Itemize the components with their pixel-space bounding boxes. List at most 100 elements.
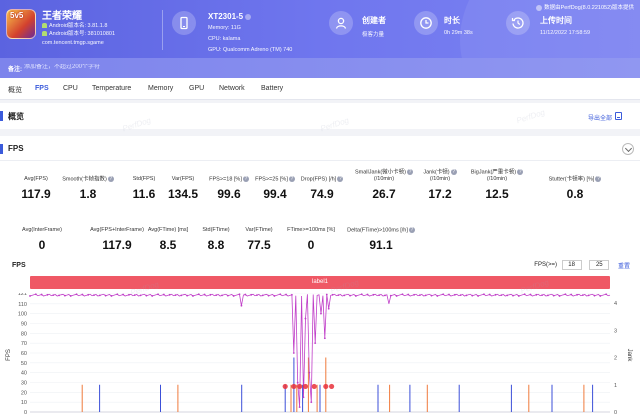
help-icon[interactable]: ? bbox=[517, 169, 524, 175]
fps-point bbox=[494, 293, 497, 296]
device-info-icon[interactable] bbox=[245, 13, 252, 20]
notes-input[interactable] bbox=[24, 64, 144, 70]
export-all-button[interactable]: 导出全部 bbox=[588, 113, 612, 122]
reset-button[interactable]: 重置 bbox=[618, 264, 630, 270]
fps-point bbox=[436, 295, 439, 297]
export-icon[interactable] bbox=[615, 112, 622, 120]
y-tick-label: 100 bbox=[18, 312, 27, 318]
metric: FTime>=100ms [%] 0 bbox=[271, 227, 351, 252]
tab-gpu[interactable]: GPU bbox=[189, 85, 204, 92]
tab-network[interactable]: Network bbox=[219, 85, 245, 92]
fps-point bbox=[366, 293, 369, 296]
fps-point bbox=[424, 294, 427, 297]
app-package: com.tencent.tmgp.sgame bbox=[42, 40, 104, 46]
data-source-note: 数据由PerfDog(8.0.221052)版本提供 bbox=[536, 3, 634, 11]
fps-point bbox=[506, 294, 509, 297]
fps-point bbox=[256, 294, 258, 297]
duration-value: 0h 29m 38s bbox=[444, 30, 473, 36]
fps-point bbox=[599, 295, 602, 297]
info-icon bbox=[536, 4, 543, 11]
jank-marker bbox=[323, 383, 329, 390]
fps-point bbox=[512, 294, 514, 297]
collapse-chevron-icon[interactable] bbox=[622, 143, 634, 155]
fps-section-title: FPS bbox=[8, 144, 24, 153]
tab-overview[interactable]: 概览 bbox=[8, 85, 22, 95]
fps-point bbox=[389, 294, 392, 297]
fps-point bbox=[290, 293, 293, 296]
tab-temperature[interactable]: Temperature bbox=[92, 85, 131, 92]
fps-point bbox=[292, 352, 295, 354]
creator-value: 极客力量 bbox=[362, 32, 385, 38]
fps-point bbox=[442, 293, 445, 296]
fps-point bbox=[384, 294, 386, 297]
y-tick-label: 30 bbox=[21, 380, 27, 386]
fps-point bbox=[46, 293, 49, 296]
fps-point bbox=[471, 294, 474, 297]
metric-label: FTime>=100ms [%] bbox=[287, 227, 335, 233]
fps-point bbox=[226, 294, 229, 297]
duration-title: 时长 bbox=[444, 16, 460, 25]
fps-point bbox=[430, 294, 433, 297]
help-icon[interactable]: ? bbox=[450, 169, 457, 175]
fps-point bbox=[69, 295, 72, 297]
help-icon[interactable]: ? bbox=[408, 227, 415, 233]
metric-label: Delta(FTime)>100ms [/h]? bbox=[347, 227, 415, 234]
fps-point bbox=[320, 312, 322, 315]
section-accent bbox=[0, 111, 3, 121]
fps-point bbox=[40, 293, 43, 296]
fps-point bbox=[448, 293, 450, 296]
fps-point bbox=[261, 294, 264, 297]
metric-label: BigJank(严重卡顿)? (/10min) bbox=[470, 169, 524, 183]
y-tick-label: 80 bbox=[21, 331, 27, 337]
fps-point bbox=[75, 293, 78, 296]
fps-point bbox=[343, 294, 346, 297]
tab-battery[interactable]: Battery bbox=[261, 85, 283, 92]
fps-point bbox=[418, 294, 421, 297]
upload-time-icon bbox=[506, 11, 530, 35]
fps-point bbox=[192, 295, 194, 297]
metric: Delta(FTime)>100ms [/h]? 91.1 bbox=[341, 227, 421, 252]
help-icon[interactable]: ? bbox=[595, 176, 602, 182]
user-icon bbox=[329, 11, 353, 35]
fps-point bbox=[587, 294, 590, 297]
fps-point bbox=[349, 294, 351, 297]
y-right-tick-label: 2 bbox=[614, 356, 617, 362]
fps-chart[interactable]: 0 10 20 30 40 50 60 70 80 90 100 110 121 0 1 2 3 4 FPS Jank bbox=[0, 293, 640, 419]
fps-point bbox=[360, 293, 363, 296]
creator-title: 创建者 bbox=[362, 16, 386, 25]
help-icon[interactable]: ? bbox=[337, 176, 344, 182]
fps-point bbox=[180, 294, 183, 297]
fps-point bbox=[483, 293, 485, 296]
fps-point bbox=[145, 294, 148, 297]
tab-fps[interactable]: FPS bbox=[35, 85, 49, 92]
metric-value: 0.8 bbox=[566, 187, 584, 202]
notes-label: 备注: bbox=[8, 67, 22, 73]
y-tick-label: 20 bbox=[21, 390, 27, 396]
fps-point bbox=[157, 293, 159, 296]
fps-point bbox=[529, 293, 532, 296]
tab-cpu[interactable]: CPU bbox=[63, 85, 78, 92]
fps-point bbox=[151, 295, 154, 297]
metric: BigJank(严重卡顿)? (/10min) 12.5 bbox=[457, 169, 537, 201]
fps-point bbox=[564, 293, 567, 296]
fps-point bbox=[413, 293, 415, 296]
fps-point bbox=[240, 304, 243, 307]
notes-bar: 备注: bbox=[0, 58, 640, 78]
app-android-code: Android版本号: 381010801 bbox=[42, 29, 115, 37]
fps-point bbox=[541, 294, 544, 297]
fps-threshold-b-input[interactable]: 25 bbox=[589, 260, 610, 270]
fps-threshold-a-input[interactable]: 18 bbox=[561, 260, 582, 270]
app-android-version: Android版本名: 3.81.1.8 bbox=[42, 21, 107, 29]
tab-memory[interactable]: Memory bbox=[148, 85, 173, 92]
fps-point bbox=[238, 293, 241, 296]
fps-point bbox=[401, 293, 404, 296]
fps-point bbox=[407, 293, 410, 296]
fps-point bbox=[87, 293, 90, 296]
fps-point bbox=[93, 294, 95, 297]
fps-point bbox=[116, 293, 119, 296]
fps-point bbox=[273, 295, 276, 297]
y-tick-label: 90 bbox=[21, 321, 27, 327]
device-gpu: GPU: Qualcomm Adreno (TM) 740 bbox=[208, 47, 293, 53]
y-right-axis-label: Jank bbox=[626, 349, 632, 363]
fps-point bbox=[34, 293, 37, 296]
